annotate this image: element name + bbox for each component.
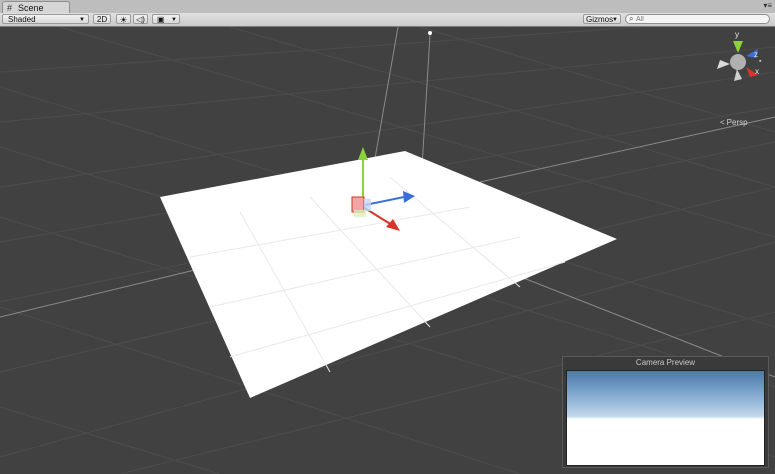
- camera-preview-panel: Camera Preview: [562, 356, 769, 468]
- projection-toggle[interactable]: < Persp: [720, 118, 748, 127]
- y-axis-label: y: [735, 30, 739, 39]
- draw-mode-dropdown[interactable]: Shaded ▼: [2, 14, 89, 24]
- draw-mode-label: Shaded: [8, 15, 36, 24]
- plane-object[interactable]: [160, 151, 617, 398]
- camera-preview-image: [566, 370, 765, 466]
- image-icon[interactable]: ▣ ▼: [152, 14, 180, 24]
- neg-x-axis-cone: [717, 60, 730, 69]
- dropdown-arrow-icon: ▼: [79, 17, 85, 23]
- speaker-icon[interactable]: ◁): [133, 14, 148, 24]
- search-field[interactable]: ⌕: [625, 14, 770, 24]
- projection-label: Persp: [726, 118, 748, 127]
- dropdown-arrow-icon: ▼: [171, 17, 177, 23]
- orientation-gizmo[interactable]: y z x: [717, 30, 759, 81]
- scene-toolbar: Shaded ▼ 2D ☀ ◁) ▣ ▼ Gizmos ▼ ⌕: [0, 13, 775, 27]
- neg-y-axis-cone: [734, 69, 742, 81]
- z-axis-label: z: [754, 50, 758, 59]
- perspective-icon: <: [720, 118, 725, 127]
- unity-scene-window: # Scene ▾≡ Shaded ▼ 2D ☀ ◁) ▣ ▼ Gizmos ▼…: [0, 0, 775, 474]
- camera-preview-title: Camera Preview: [635, 358, 696, 367]
- lock-icon[interactable]: ▪: [759, 58, 761, 65]
- gizmos-dropdown[interactable]: Gizmos ▼: [583, 14, 621, 24]
- search-input[interactable]: [636, 15, 764, 23]
- tab-bar: # Scene ▾≡: [0, 0, 775, 14]
- sun-icon[interactable]: ☀: [116, 14, 131, 25]
- panel-menu-icon[interactable]: ▾≡: [763, 1, 772, 10]
- dropdown-arrow-icon: ▼: [612, 17, 618, 23]
- image-glyph: ▣: [157, 15, 165, 24]
- x-axis-label: x: [755, 67, 759, 76]
- toggle-2d-button[interactable]: 2D: [93, 14, 111, 24]
- search-icon: ⌕: [629, 14, 634, 23]
- light-icon[interactable]: [428, 31, 432, 35]
- gizmos-label: Gizmos: [586, 15, 614, 24]
